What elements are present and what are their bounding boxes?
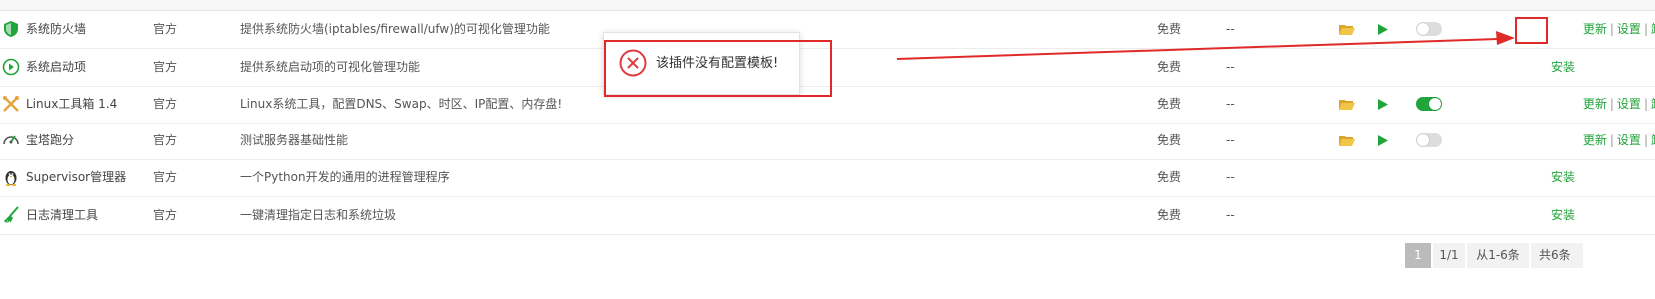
update-link[interactable]: 更新 [1583,97,1607,111]
plugin-developer: 官方 [153,97,178,111]
plugin-price: 免费 [1157,97,1182,111]
play-icon[interactable] [1377,134,1389,147]
plugin-expire: -- [1226,170,1235,184]
plugin-name: 系统防火墙 [26,22,87,36]
shield-icon [4,21,18,37]
status-toggle[interactable] [1416,133,1442,147]
status-toggle[interactable] [1416,97,1442,111]
annotation-box-toast [604,40,832,97]
settings-link[interactable]: 设置 [1617,133,1641,147]
plugin-expire: -- [1226,22,1235,36]
plugin-expire: -- [1226,97,1235,111]
plugin-price: 免费 [1157,22,1182,36]
table-top-border [0,0,1655,11]
settings-link[interactable]: 设置 [1617,97,1641,111]
page-current[interactable]: 1 [1405,243,1431,268]
page-total: 共6条 [1531,243,1583,268]
install-link[interactable]: 安装 [1551,159,1575,196]
uninstall-link[interactable]: 卸载 [1651,133,1655,147]
plugin-developer: 官方 [153,208,178,222]
row-operations: 更新|设置|卸载 [1583,86,1655,123]
table-row: 日志清理工具 官方 一键清理指定日志和系统垃圾 免费 -- 安装 [0,197,1655,235]
plugin-description: 一键清理指定日志和系统垃圾 [240,208,397,222]
plugin-developer: 官方 [153,170,178,184]
status-toggle[interactable] [1416,22,1442,36]
update-link[interactable]: 更新 [1583,22,1607,36]
plugin-expire: -- [1226,133,1235,147]
plugin-price: 免费 [1157,133,1182,147]
settings-link[interactable]: 设置 [1617,22,1641,36]
broom-icon [4,206,19,223]
plugin-name: Linux工具箱 1.4 [26,97,118,111]
plugin-developer: 官方 [153,60,178,74]
play-icon[interactable] [1377,23,1389,36]
plugin-price: 免费 [1157,60,1182,74]
plugin-name: 系统启动项 [26,60,87,74]
install-link[interactable]: 安装 [1551,49,1575,86]
plugin-name: Supervisor管理器 [26,170,127,184]
plugin-expire: -- [1226,208,1235,222]
plugin-description: 一个Python开发的通用的进程管理程序 [240,170,450,184]
row-operations: 更新|设置|卸载 [1583,11,1655,48]
plugin-description: 提供系统防火墙(iptables/firewall/ufw)的可视化管理功能 [240,22,550,36]
plugin-developer: 官方 [153,22,178,36]
table-row: 宝塔跑分 官方 测试服务器基础性能 免费 -- 更新|设置|卸载 [0,122,1655,160]
plugin-name: 日志清理工具 [26,208,99,222]
play-icon[interactable] [1377,98,1389,111]
plugin-developer: 官方 [153,133,178,147]
page-range: 从1-6条 [1467,243,1529,268]
plugin-expire: -- [1226,60,1235,74]
plugin-description: 测试服务器基础性能 [240,133,349,147]
uninstall-link[interactable]: 卸载 [1651,22,1655,36]
plugin-price: 免费 [1157,208,1182,222]
table-row: Supervisor管理器 官方 一个Python开发的通用的进程管理程序 免费… [0,159,1655,197]
plugin-description: 提供系统启动项的可视化管理功能 [240,60,421,74]
plugin-price: 免费 [1157,170,1182,184]
penguin-icon [5,171,17,186]
plugin-name: 宝塔跑分 [26,133,75,147]
page-count: 1/1 [1433,243,1465,268]
folder-icon[interactable] [1339,98,1355,111]
plugin-description: Linux系统工具，配置DNS、Swap、时区、IP配置、内存盘! [240,97,563,111]
uninstall-link[interactable]: 卸载 [1651,97,1655,111]
startup-icon [2,58,20,76]
update-link[interactable]: 更新 [1583,133,1607,147]
folder-icon[interactable] [1339,134,1355,147]
folder-icon[interactable] [1339,23,1355,36]
annotation-box-settings [1515,17,1548,44]
tools-icon [3,96,19,112]
install-link[interactable]: 安装 [1551,197,1575,234]
speedometer-icon [3,135,19,145]
row-operations: 更新|设置|卸载 [1583,122,1655,159]
